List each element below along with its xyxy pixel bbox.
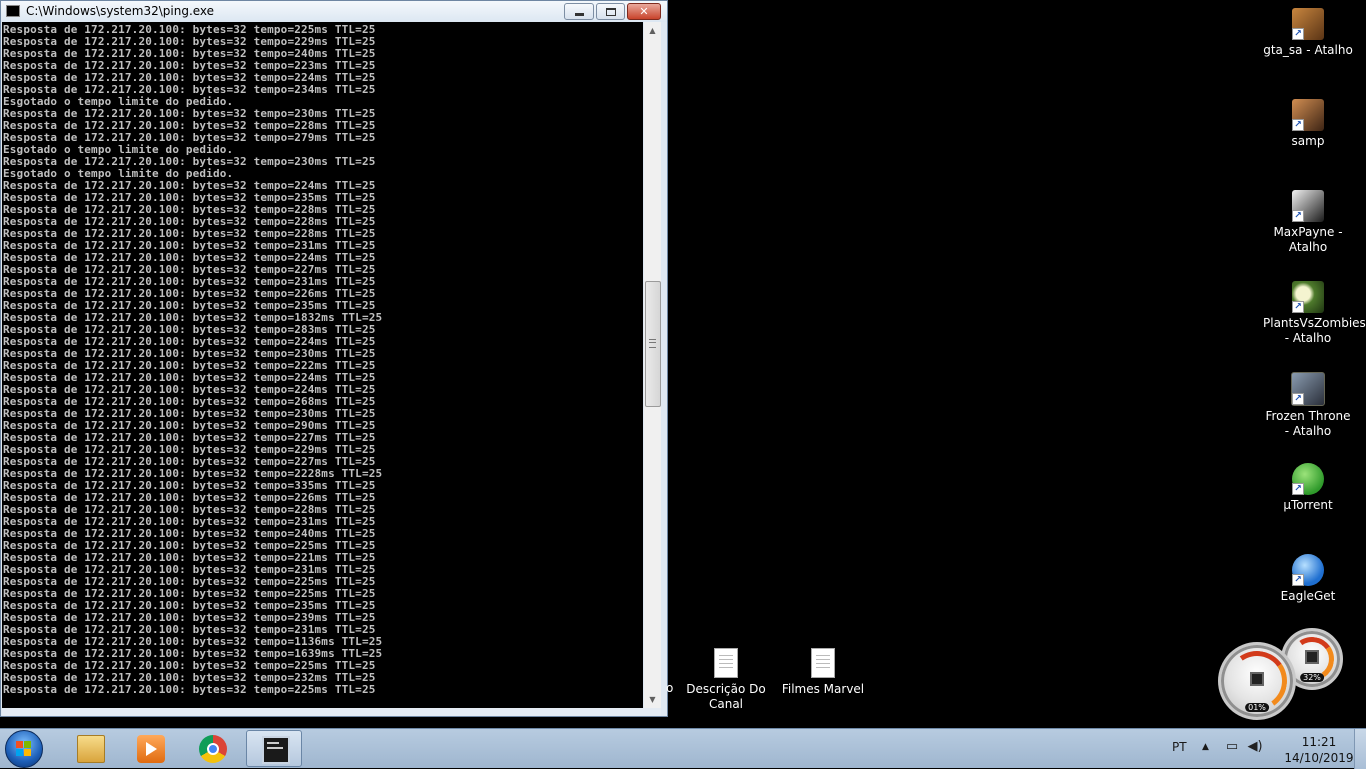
console-window[interactable]: C:\Windows\system32\ping.exe ✕ Resposta … [0, 0, 668, 717]
taskbar-explorer-button[interactable] [62, 730, 118, 767]
grip-icon [649, 339, 656, 348]
show-hidden-icons-arrow-icon[interactable]: ▲ [1202, 742, 1209, 752]
text-file-icon [714, 648, 738, 678]
desktop-icon-label: samp [1291, 134, 1325, 148]
scroll-up-arrow-icon[interactable]: ▲ [644, 22, 661, 39]
desktop-file-descricao-do-canal[interactable]: Descrição Do Canal [681, 648, 771, 712]
desktop-icon-maxpayne[interactable]: ↗ MaxPayne - Atalho [1263, 190, 1353, 255]
desktop-icon-label: Frozen Throne - Atalho [1265, 409, 1351, 438]
maxpayne-icon: ↗ [1292, 190, 1324, 222]
close-icon: ✕ [639, 5, 649, 18]
minimize-icon [575, 13, 584, 16]
shortcut-arrow-icon: ↗ [1292, 574, 1304, 586]
desktop-icon-label: MaxPayne - Atalho [1273, 225, 1343, 254]
maximize-button[interactable] [596, 3, 625, 20]
plantsvszombies-icon: ↗ [1292, 281, 1324, 313]
system-clock[interactable]: 11:21 14/10/2019 [1280, 734, 1358, 766]
eagleget-icon: ↗ [1292, 554, 1324, 586]
samp-icon: ↗ [1292, 99, 1324, 131]
maximize-icon [606, 8, 616, 16]
volume-icon[interactable]: ◀) [1247, 740, 1263, 754]
shortcut-arrow-icon: ↗ [1292, 483, 1304, 495]
vertical-scrollbar[interactable]: ▲ ▼ [644, 22, 661, 708]
network-icon[interactable]: ▭ [1224, 740, 1240, 754]
desktop-icon-label: EagleGet [1280, 589, 1336, 603]
gta-sa-icon: ↗ [1292, 8, 1324, 40]
window-title: C:\Windows\system32\ping.exe [26, 4, 215, 18]
scrollbar-thumb[interactable] [645, 281, 661, 407]
desktop-icon-gta-sa[interactable]: ↗ gta_sa - Atalho [1263, 8, 1353, 58]
text-file-icon [811, 648, 835, 678]
desktop-icon-label: µTorrent [1283, 498, 1333, 512]
console-icon [262, 736, 290, 764]
desktop-file-label: Filmes Marvel [781, 682, 865, 696]
memory-percent: 32% [1300, 673, 1324, 682]
cpu-gauge[interactable]: 01% [1218, 642, 1296, 720]
title-bar[interactable]: C:\Windows\system32\ping.exe ✕ [1, 1, 667, 22]
show-desktop-button[interactable] [1354, 729, 1366, 769]
taskbar-console-button[interactable] [246, 730, 302, 767]
cpu-percent: 01% [1245, 703, 1269, 712]
desktop-icon-utorrent[interactable]: ↗ µTorrent [1263, 463, 1353, 513]
memory-chip-icon [1305, 650, 1319, 664]
console-app-icon [6, 5, 20, 17]
utorrent-icon: ↗ [1292, 463, 1324, 495]
console-line: Resposta de 172.217.20.100: bytes=32 tem… [3, 683, 376, 696]
language-indicator[interactable]: PT [1172, 740, 1187, 754]
media-player-icon [137, 735, 165, 763]
cpu-chip-icon [1250, 672, 1264, 686]
minimize-button[interactable] [564, 3, 594, 20]
scroll-down-arrow-icon[interactable]: ▼ [644, 691, 661, 708]
console-text: Resposta de 172.217.20.100: bytes=32 tem… [2, 22, 643, 696]
shortcut-arrow-icon: ↗ [1292, 210, 1304, 222]
desktop-icon-label: PlantsVsZombies - Atalho [1263, 316, 1366, 345]
clock-date: 14/10/2019 [1284, 751, 1354, 765]
desktop-icon-label: gta_sa - Atalho [1263, 43, 1353, 57]
shortcut-arrow-icon: ↗ [1292, 301, 1304, 313]
close-button[interactable]: ✕ [627, 3, 661, 20]
desktop-file-label: Descrição Do Canal [686, 682, 766, 711]
desktop-icon-samp[interactable]: ↗ samp [1263, 99, 1353, 149]
partial-desktop-label: o [666, 681, 674, 695]
desktop-icon-plantsvszombies[interactable]: ↗ PlantsVsZombies - Atalho [1263, 281, 1366, 346]
desktop-icon-eagleget[interactable]: ↗ EagleGet [1263, 554, 1353, 604]
taskbar-media-player-button[interactable] [122, 730, 178, 767]
clock-time: 11:21 [1301, 735, 1337, 749]
taskbar: PT ▲ ▭ ◀) 11:21 14/10/2019 [0, 728, 1366, 769]
frozen-throne-icon: ↗ [1291, 372, 1325, 406]
start-button[interactable] [5, 730, 43, 768]
console-output[interactable]: Resposta de 172.217.20.100: bytes=32 tem… [2, 22, 643, 708]
window-bottom-border [2, 708, 661, 716]
folder-icon [77, 735, 105, 763]
shortcut-arrow-icon: ↗ [1292, 119, 1304, 131]
taskbar-chrome-button[interactable] [184, 730, 240, 767]
windows-logo-icon [16, 741, 32, 757]
shortcut-arrow-icon: ↗ [1292, 28, 1304, 40]
chrome-icon [199, 735, 227, 763]
desktop-icon-frozen-throne[interactable]: ↗ Frozen Throne - Atalho [1263, 372, 1353, 439]
desktop-file-filmes-marvel[interactable]: Filmes Marvel [778, 648, 868, 697]
shortcut-arrow-icon: ↗ [1292, 393, 1304, 405]
